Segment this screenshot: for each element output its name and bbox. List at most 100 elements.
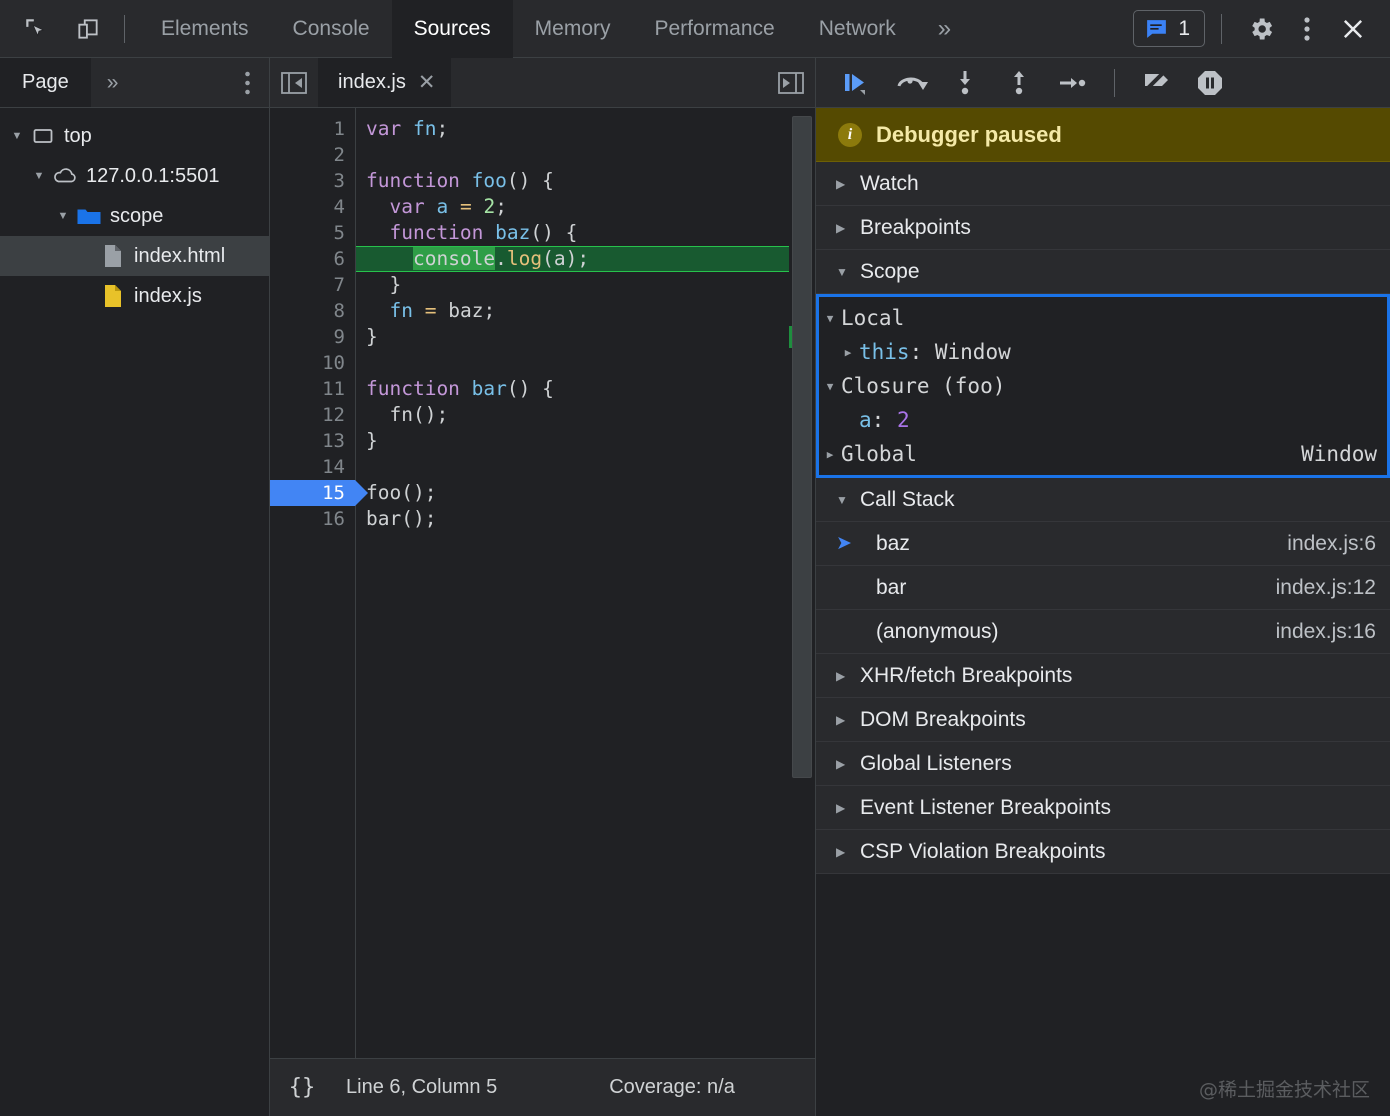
step-button[interactable] [1050, 63, 1096, 103]
tab-elements[interactable]: Elements [139, 0, 271, 58]
tab-sources[interactable]: Sources [392, 0, 513, 58]
line-number[interactable]: 16 [270, 506, 355, 532]
editor-tab-close-icon[interactable]: ✕ [418, 72, 436, 93]
navigator-more-tabs-icon[interactable]: » [91, 58, 135, 107]
line-number[interactable]: 9 [270, 324, 355, 350]
scope-tree: ▼ Local ▶ this: Window ▼ Closure (foo) a… [816, 294, 1390, 478]
code-line-12: fn(); [356, 402, 815, 428]
line-number-text: 2 [334, 144, 345, 166]
more-options-icon[interactable] [1284, 7, 1330, 51]
chevron-right-icon[interactable]: ▶ [837, 346, 859, 359]
close-icon[interactable] [1330, 7, 1376, 51]
line-number[interactable]: 8 [270, 298, 355, 324]
code-area[interactable]: 1 2 3 4 5 6 7 8 9 10 11 12 13 14 15 16 [270, 108, 815, 1058]
line-number[interactable]: 12 [270, 402, 355, 428]
line-number[interactable]: 3 [270, 168, 355, 194]
cloud-icon [50, 166, 80, 186]
line-number[interactable]: 2 [270, 142, 355, 168]
section-watch[interactable]: ▶ Watch [816, 162, 1390, 206]
line-number-text: 1 [334, 118, 345, 140]
pretty-print-label: {} [289, 1075, 316, 1100]
deactivate-breakpoints-button[interactable] [1133, 63, 1179, 103]
chevron-right-icon: ▶ [836, 221, 848, 235]
chevron-down-icon: ▼ [836, 265, 848, 279]
tab-performance[interactable]: Performance [633, 0, 797, 58]
show-debugger-icon[interactable] [767, 58, 815, 107]
folder-icon [74, 206, 104, 227]
tree-item-index-js[interactable]: index.js [0, 276, 269, 316]
info-icon: i [838, 123, 862, 147]
navigator-more-options-icon[interactable] [226, 58, 269, 107]
scope-row-global[interactable]: ▶ Global Window [819, 437, 1387, 471]
section-scope[interactable]: ▼ Scope [816, 250, 1390, 294]
step-into-button[interactable] [942, 63, 988, 103]
scope-row-this[interactable]: ▶ this: Window [819, 335, 1387, 369]
tree-item-origin[interactable]: ▼ 127.0.0.1:5501 [0, 156, 269, 196]
line-number[interactable]: 1 [270, 116, 355, 142]
section-event-listener-breakpoints[interactable]: ▶ Event Listener Breakpoints [816, 786, 1390, 830]
line-number[interactable]: 14 [270, 454, 355, 480]
section-xhr-fetch-breakpoints[interactable]: ▶ XHR/fetch Breakpoints [816, 654, 1390, 698]
source-code-text[interactable]: var fn; function foo() { var a = 2; func… [356, 108, 815, 1058]
step-over-button[interactable] [888, 63, 934, 103]
scope-row-a[interactable]: a: 2 [819, 403, 1387, 437]
line-number[interactable]: 13 [270, 428, 355, 454]
step-out-button[interactable] [996, 63, 1042, 103]
show-navigator-icon[interactable] [270, 58, 318, 107]
line-number[interactable]: 5 [270, 220, 355, 246]
call-stack-frame-baz[interactable]: ➤ baz index.js:6 [816, 522, 1390, 566]
current-frame-arrow-icon: ➤ [836, 532, 860, 555]
editor-tab-index-js[interactable]: index.js ✕ [318, 58, 451, 107]
pause-on-exceptions-button[interactable] [1187, 63, 1233, 103]
cloud-glyph [52, 166, 78, 186]
tab-network[interactable]: Network [797, 0, 918, 58]
call-stack-frame-bar[interactable]: bar index.js:12 [816, 566, 1390, 610]
section-csp-violation-breakpoints[interactable]: ▶ CSP Violation Breakpoints [816, 830, 1390, 874]
chevron-down-icon[interactable]: ▼ [52, 210, 74, 222]
chevron-down-icon[interactable]: ▼ [819, 312, 841, 325]
line-number-executing[interactable]: 6 [270, 246, 355, 272]
device-toolbar-icon[interactable] [66, 7, 110, 51]
code-line-13: } [356, 428, 815, 454]
chevron-down-icon[interactable]: ▼ [819, 380, 841, 393]
chevron-down-icon[interactable]: ▼ [28, 170, 50, 182]
tab-memory[interactable]: Memory [513, 0, 633, 58]
debugger-empty-space [816, 874, 1390, 1116]
line-number[interactable]: 10 [270, 350, 355, 376]
navigator-tab-page[interactable]: Page [0, 58, 91, 107]
gear-icon[interactable] [1238, 7, 1284, 51]
debugger-paused-banner: i Debugger paused [816, 108, 1390, 162]
line-number[interactable]: 7 [270, 272, 355, 298]
section-dom-breakpoints-label: DOM Breakpoints [860, 708, 1026, 732]
section-call-stack[interactable]: ▼ Call Stack [816, 478, 1390, 522]
line-number[interactable]: 11 [270, 376, 355, 402]
breakpoint-marker-line-15[interactable]: 15 [270, 480, 355, 506]
deactivate-breakpoints-glyph [1140, 69, 1172, 97]
scope-row-closure-foo[interactable]: ▼ Closure (foo) [819, 369, 1387, 403]
section-dom-breakpoints[interactable]: ▶ DOM Breakpoints [816, 698, 1390, 742]
editor-scrollbar-thumb[interactable] [792, 116, 812, 778]
tree-item-top[interactable]: ▼ top [0, 116, 269, 156]
tree-item-folder-scope[interactable]: ▼ scope [0, 196, 269, 236]
editor-scrollbar[interactable] [789, 108, 815, 1058]
tab-console[interactable]: Console [271, 0, 392, 58]
resume-script-execution-button[interactable] [834, 63, 880, 103]
devtools-body: Page » ▼ [0, 58, 1390, 1116]
console-messages-badge[interactable]: 1 [1133, 10, 1205, 47]
tree-item-index-html[interactable]: index.html [0, 236, 269, 276]
pretty-print-button[interactable]: {} [270, 1075, 334, 1100]
section-breakpoints[interactable]: ▶ Breakpoints [816, 206, 1390, 250]
chevron-down-icon[interactable]: ▼ [6, 130, 28, 142]
line-number[interactable]: 4 [270, 194, 355, 220]
more-tabs-icon[interactable]: » [918, 0, 971, 58]
js-file-icon [98, 283, 128, 309]
chevron-right-icon[interactable]: ▶ [819, 448, 841, 461]
call-stack-frame-anonymous[interactable]: (anonymous) index.js:16 [816, 610, 1390, 654]
scope-row-local[interactable]: ▼ Local [819, 301, 1387, 335]
inspect-element-icon[interactable] [14, 7, 58, 51]
coverage-status-text: Coverage: n/a [609, 1076, 735, 1099]
toolbar-divider [124, 15, 125, 43]
section-global-listeners[interactable]: ▶ Global Listeners [816, 742, 1390, 786]
chevron-right-icon: ▶ [836, 757, 848, 771]
line-number-gutter[interactable]: 1 2 3 4 5 6 7 8 9 10 11 12 13 14 15 16 [270, 108, 356, 1058]
